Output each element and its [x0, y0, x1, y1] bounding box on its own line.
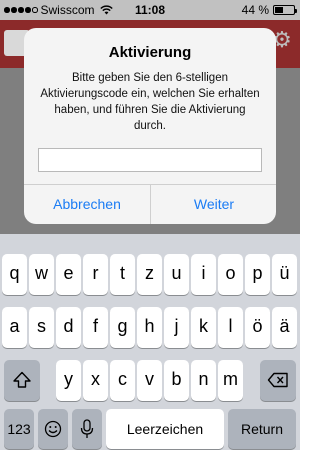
cancel-button[interactable]: Abbrechen [24, 185, 150, 224]
key-t[interactable]: t [110, 254, 135, 295]
key-z[interactable]: z [137, 254, 162, 295]
status-bar: Swisscom 11:08 44 % [0, 0, 300, 20]
key-p[interactable]: p [245, 254, 270, 295]
key-f[interactable]: f [83, 307, 108, 348]
alert-title: Aktivierung [108, 44, 192, 61]
key-n[interactable]: n [191, 360, 216, 401]
key-l[interactable]: l [218, 307, 243, 348]
key-s[interactable]: s [29, 307, 54, 348]
key-w[interactable]: w [29, 254, 54, 295]
keyboard: qwertzuiopü asdfghjklöä yxcvbnm 123 Leer… [0, 234, 300, 450]
activation-code-input[interactable] [38, 148, 262, 172]
activation-alert: Aktivierung Bitte geben Sie den 6-stelli… [24, 28, 276, 224]
key-k[interactable]: k [191, 307, 216, 348]
emoji-icon [44, 420, 62, 438]
key-x[interactable]: x [83, 360, 108, 401]
key-ö[interactable]: ö [245, 307, 270, 348]
shift-key[interactable] [4, 360, 40, 401]
key-i[interactable]: i [191, 254, 216, 295]
key-ü[interactable]: ü [272, 254, 297, 295]
delete-key[interactable] [260, 360, 296, 401]
dictation-key[interactable] [72, 409, 102, 449]
continue-button[interactable]: Weiter [151, 185, 276, 224]
key-a[interactable]: a [2, 307, 27, 348]
backspace-icon [267, 372, 288, 388]
battery-group: 44 % [241, 3, 297, 17]
key-o[interactable]: o [218, 254, 243, 295]
microphone-icon [80, 419, 94, 438]
emoji-key[interactable] [38, 409, 68, 449]
key-r[interactable]: r [83, 254, 108, 295]
key-b[interactable]: b [164, 360, 189, 401]
space-key[interactable]: Leerzeichen [106, 409, 224, 449]
battery-percent: 44 % [241, 3, 269, 17]
alert-message: Bitte geben Sie den 6-stelligen Aktivier… [40, 72, 260, 132]
key-d[interactable]: d [56, 307, 81, 348]
key-y[interactable]: y [56, 360, 81, 401]
key-v[interactable]: v [137, 360, 162, 401]
key-q[interactable]: q [2, 254, 27, 295]
key-m[interactable]: m [218, 360, 243, 401]
battery-icon [273, 5, 297, 15]
key-g[interactable]: g [110, 307, 135, 348]
key-ä[interactable]: ä [272, 307, 297, 348]
key-j[interactable]: j [164, 307, 189, 348]
numbers-key[interactable]: 123 [4, 409, 34, 449]
key-c[interactable]: c [110, 360, 135, 401]
shift-icon [13, 371, 31, 388]
key-e[interactable]: e [56, 254, 81, 295]
key-u[interactable]: u [164, 254, 189, 295]
key-h[interactable]: h [137, 307, 162, 348]
return-key[interactable]: Return [228, 409, 296, 449]
